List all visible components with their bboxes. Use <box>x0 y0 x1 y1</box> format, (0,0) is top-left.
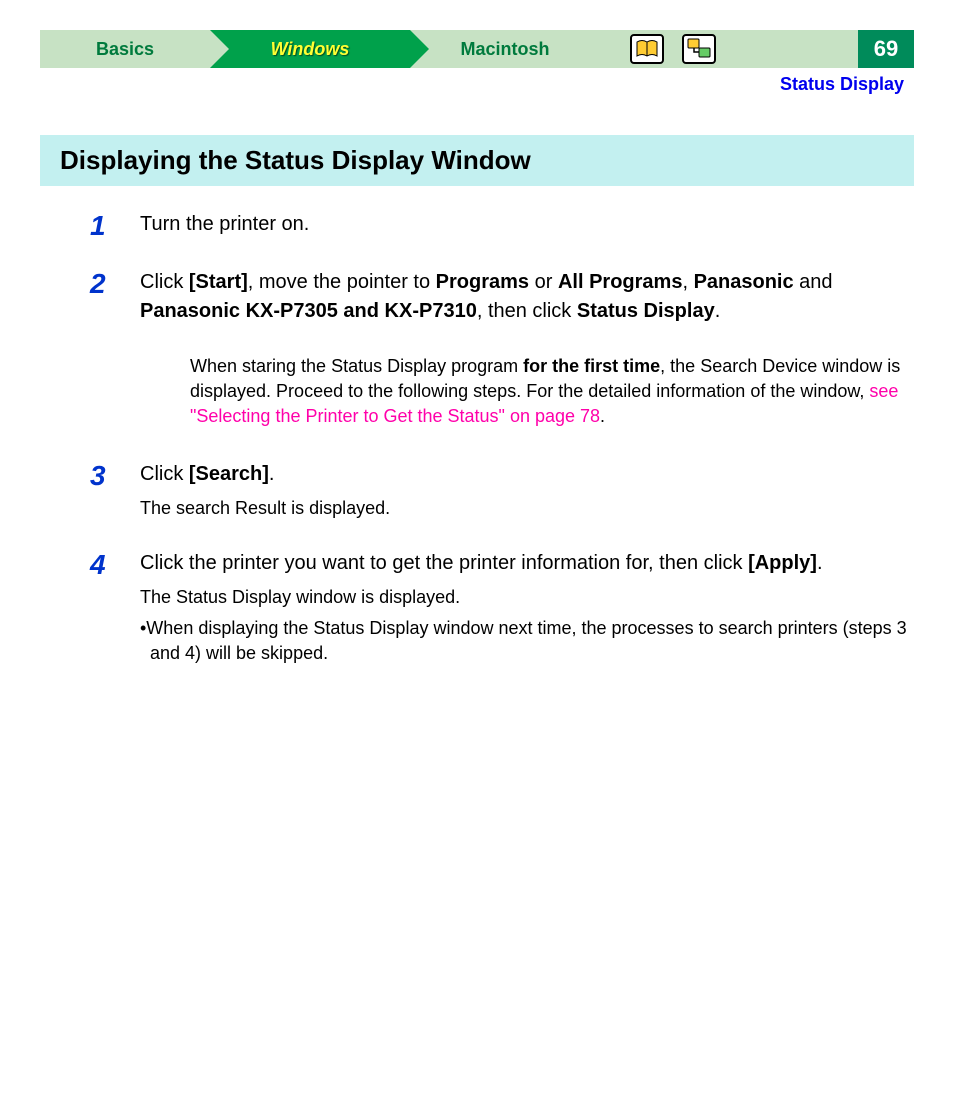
page-number: 69 <box>858 30 914 68</box>
step-text: Click [Search]. The search Result is dis… <box>140 460 390 521</box>
step-text: Click [Start], move the pointer to Progr… <box>140 268 914 326</box>
network-icon[interactable] <box>682 34 716 64</box>
steps-list: 1 Turn the printer on. 2 Click [Start], … <box>90 210 914 666</box>
step-bullet: •When displaying the Status Display wind… <box>140 616 914 666</box>
tab-macintosh[interactable]: Macintosh <box>410 30 600 68</box>
section-label: Status Display <box>40 74 904 95</box>
step-text: Turn the printer on. <box>140 210 309 239</box>
step-subtext: The search Result is displayed. <box>140 495 390 521</box>
header-icon-area <box>600 30 858 68</box>
step-2-note: When staring the Status Display program … <box>190 354 914 430</box>
step-number: 4 <box>90 549 140 579</box>
step-1: 1 Turn the printer on. <box>90 210 914 240</box>
tab-windows[interactable]: Windows <box>210 30 410 68</box>
step-3: 3 Click [Search]. The search Result is d… <box>90 460 914 521</box>
step-subtext: The Status Display window is displayed. <box>140 584 914 610</box>
step-2: 2 Click [Start], move the pointer to Pro… <box>90 268 914 326</box>
step-number: 3 <box>90 460 140 490</box>
step-number: 2 <box>90 268 140 298</box>
book-icon[interactable] <box>630 34 664 64</box>
header-tabs: Basics Windows Macintosh 69 <box>40 30 914 68</box>
step-4: 4 Click the printer you want to get the … <box>90 549 914 666</box>
step-text: Click the printer you want to get the pr… <box>140 549 914 666</box>
tab-basics[interactable]: Basics <box>40 30 210 68</box>
step-number: 1 <box>90 210 140 240</box>
page-title: Displaying the Status Display Window <box>40 135 914 186</box>
